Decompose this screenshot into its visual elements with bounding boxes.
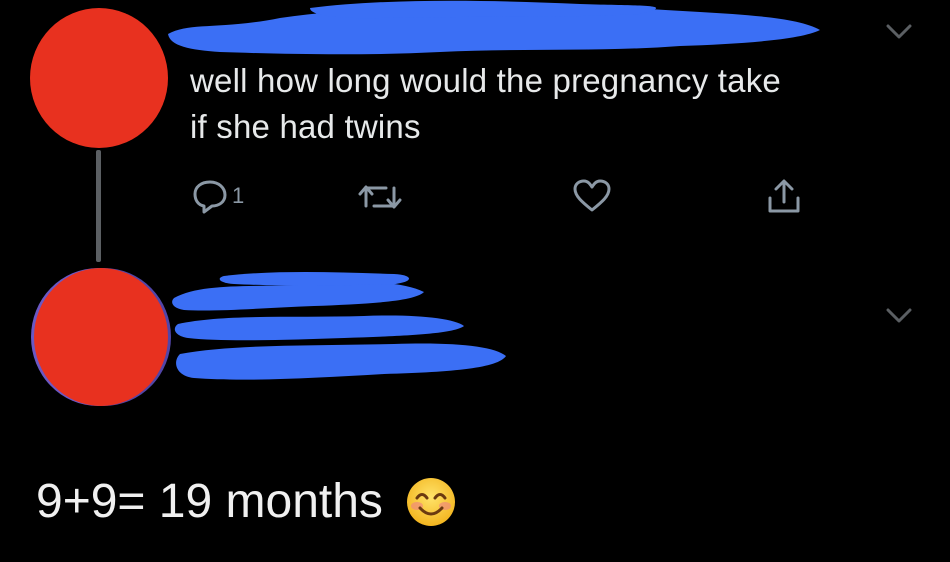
avatar[interactable] (34, 268, 168, 406)
retweet-button[interactable] (356, 180, 404, 214)
chevron-down-icon (886, 24, 912, 39)
tweet-text-line: if she had twins (190, 108, 421, 145)
retweet-icon (358, 185, 402, 209)
reply-text: 9+9= 19 months (36, 475, 383, 528)
reply-tweet-text: 9+9= 19 months (36, 474, 457, 530)
redacted-username (164, 268, 514, 394)
smiling-face-emoji (405, 476, 457, 528)
heart-icon (573, 179, 611, 212)
like-button[interactable] (572, 178, 612, 214)
chevron-down-icon (886, 308, 912, 323)
redacted-username (160, 0, 830, 62)
tweet-text: well how long would the pregnancy take i… (190, 58, 910, 150)
reply-icon (193, 180, 227, 214)
share-icon (768, 179, 800, 213)
tweet-menu-chevron[interactable] (884, 22, 914, 42)
share-button[interactable] (764, 176, 804, 216)
reply-count: 1 (232, 183, 245, 208)
thread-connector-line (96, 150, 101, 262)
avatar[interactable] (30, 8, 168, 148)
tweet-menu-chevron[interactable] (884, 306, 914, 326)
reply-button[interactable]: 1 (190, 178, 244, 214)
tweet-text-line: well how long would the pregnancy take (190, 62, 781, 99)
